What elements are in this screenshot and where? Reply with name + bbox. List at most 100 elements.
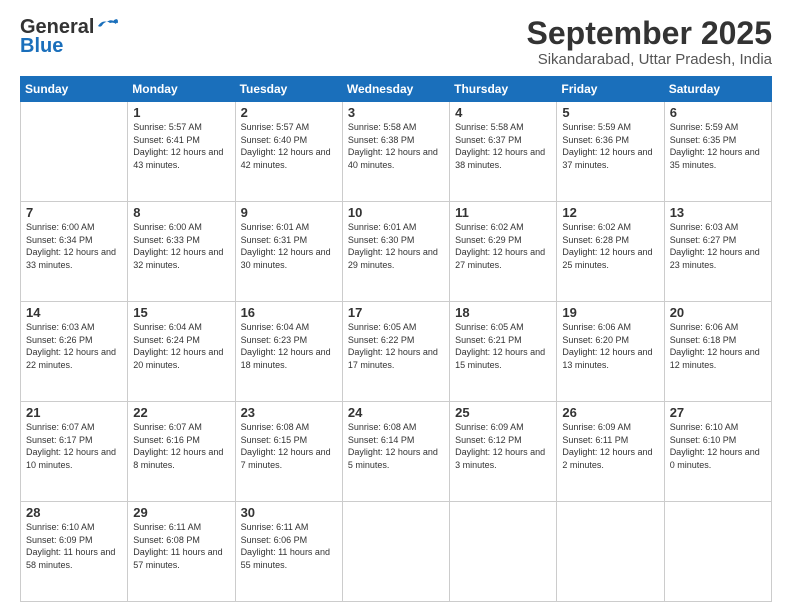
day-detail: Sunrise: 5:57 AMSunset: 6:41 PMDaylight:… <box>133 121 229 171</box>
table-row: 10Sunrise: 6:01 AMSunset: 6:30 PMDayligh… <box>342 202 449 302</box>
day-number: 24 <box>348 405 444 420</box>
day-detail: Sunrise: 6:11 AMSunset: 6:08 PMDaylight:… <box>133 521 229 571</box>
table-row: 17Sunrise: 6:05 AMSunset: 6:22 PMDayligh… <box>342 302 449 402</box>
table-row: 8Sunrise: 6:00 AMSunset: 6:33 PMDaylight… <box>128 202 235 302</box>
day-number: 14 <box>26 305 122 320</box>
day-number: 12 <box>562 205 658 220</box>
day-detail: Sunrise: 6:07 AMSunset: 6:16 PMDaylight:… <box>133 421 229 471</box>
table-row <box>342 502 449 602</box>
week-row-1: 7Sunrise: 6:00 AMSunset: 6:34 PMDaylight… <box>21 202 772 302</box>
day-number: 25 <box>455 405 551 420</box>
table-row: 14Sunrise: 6:03 AMSunset: 6:26 PMDayligh… <box>21 302 128 402</box>
table-row <box>557 502 664 602</box>
logo-blue: Blue <box>20 35 63 58</box>
table-row: 25Sunrise: 6:09 AMSunset: 6:12 PMDayligh… <box>450 402 557 502</box>
table-row: 11Sunrise: 6:02 AMSunset: 6:29 PMDayligh… <box>450 202 557 302</box>
header-thursday: Thursday <box>450 77 557 102</box>
logo-bird-icon <box>96 18 118 34</box>
day-number: 23 <box>241 405 337 420</box>
day-detail: Sunrise: 6:10 AMSunset: 6:10 PMDaylight:… <box>670 421 766 471</box>
table-row: 29Sunrise: 6:11 AMSunset: 6:08 PMDayligh… <box>128 502 235 602</box>
day-detail: Sunrise: 6:11 AMSunset: 6:06 PMDaylight:… <box>241 521 337 571</box>
day-detail: Sunrise: 6:09 AMSunset: 6:11 PMDaylight:… <box>562 421 658 471</box>
calendar-page: General Blue September 2025 Sikandarabad… <box>0 0 792 612</box>
table-row: 20Sunrise: 6:06 AMSunset: 6:18 PMDayligh… <box>664 302 771 402</box>
table-row <box>450 502 557 602</box>
day-number: 11 <box>455 205 551 220</box>
day-number: 16 <box>241 305 337 320</box>
header-monday: Monday <box>128 77 235 102</box>
table-row: 16Sunrise: 6:04 AMSunset: 6:23 PMDayligh… <box>235 302 342 402</box>
table-row: 22Sunrise: 6:07 AMSunset: 6:16 PMDayligh… <box>128 402 235 502</box>
day-number: 15 <box>133 305 229 320</box>
day-detail: Sunrise: 6:00 AMSunset: 6:34 PMDaylight:… <box>26 221 122 271</box>
day-number: 4 <box>455 105 551 120</box>
header-friday: Friday <box>557 77 664 102</box>
day-number: 28 <box>26 505 122 520</box>
table-row: 19Sunrise: 6:06 AMSunset: 6:20 PMDayligh… <box>557 302 664 402</box>
day-detail: Sunrise: 6:09 AMSunset: 6:12 PMDaylight:… <box>455 421 551 471</box>
day-detail: Sunrise: 5:58 AMSunset: 6:38 PMDaylight:… <box>348 121 444 171</box>
week-row-4: 28Sunrise: 6:10 AMSunset: 6:09 PMDayligh… <box>21 502 772 602</box>
day-number: 30 <box>241 505 337 520</box>
day-detail: Sunrise: 6:05 AMSunset: 6:22 PMDaylight:… <box>348 321 444 371</box>
table-row: 23Sunrise: 6:08 AMSunset: 6:15 PMDayligh… <box>235 402 342 502</box>
day-number: 17 <box>348 305 444 320</box>
table-row: 30Sunrise: 6:11 AMSunset: 6:06 PMDayligh… <box>235 502 342 602</box>
location: Sikandarabad, Uttar Pradesh, India <box>527 51 772 68</box>
day-detail: Sunrise: 6:05 AMSunset: 6:21 PMDaylight:… <box>455 321 551 371</box>
table-row: 27Sunrise: 6:10 AMSunset: 6:10 PMDayligh… <box>664 402 771 502</box>
day-detail: Sunrise: 6:02 AMSunset: 6:29 PMDaylight:… <box>455 221 551 271</box>
day-number: 8 <box>133 205 229 220</box>
day-detail: Sunrise: 6:06 AMSunset: 6:18 PMDaylight:… <box>670 321 766 371</box>
header-wednesday: Wednesday <box>342 77 449 102</box>
week-row-3: 21Sunrise: 6:07 AMSunset: 6:17 PMDayligh… <box>21 402 772 502</box>
week-row-0: 1Sunrise: 5:57 AMSunset: 6:41 PMDaylight… <box>21 102 772 202</box>
day-detail: Sunrise: 6:10 AMSunset: 6:09 PMDaylight:… <box>26 521 122 571</box>
table-row: 6Sunrise: 5:59 AMSunset: 6:35 PMDaylight… <box>664 102 771 202</box>
table-row: 7Sunrise: 6:00 AMSunset: 6:34 PMDaylight… <box>21 202 128 302</box>
day-detail: Sunrise: 5:58 AMSunset: 6:37 PMDaylight:… <box>455 121 551 171</box>
day-detail: Sunrise: 6:02 AMSunset: 6:28 PMDaylight:… <box>562 221 658 271</box>
week-row-2: 14Sunrise: 6:03 AMSunset: 6:26 PMDayligh… <box>21 302 772 402</box>
table-row: 15Sunrise: 6:04 AMSunset: 6:24 PMDayligh… <box>128 302 235 402</box>
page-header: General Blue September 2025 Sikandarabad… <box>20 16 772 68</box>
calendar-table: Sunday Monday Tuesday Wednesday Thursday… <box>20 76 772 602</box>
day-number: 21 <box>26 405 122 420</box>
day-number: 29 <box>133 505 229 520</box>
day-detail: Sunrise: 6:01 AMSunset: 6:30 PMDaylight:… <box>348 221 444 271</box>
day-detail: Sunrise: 5:57 AMSunset: 6:40 PMDaylight:… <box>241 121 337 171</box>
header-row: Sunday Monday Tuesday Wednesday Thursday… <box>21 77 772 102</box>
day-number: 2 <box>241 105 337 120</box>
table-row: 12Sunrise: 6:02 AMSunset: 6:28 PMDayligh… <box>557 202 664 302</box>
table-row: 2Sunrise: 5:57 AMSunset: 6:40 PMDaylight… <box>235 102 342 202</box>
day-number: 3 <box>348 105 444 120</box>
table-row: 28Sunrise: 6:10 AMSunset: 6:09 PMDayligh… <box>21 502 128 602</box>
day-detail: Sunrise: 6:00 AMSunset: 6:33 PMDaylight:… <box>133 221 229 271</box>
header-saturday: Saturday <box>664 77 771 102</box>
table-row: 21Sunrise: 6:07 AMSunset: 6:17 PMDayligh… <box>21 402 128 502</box>
day-number: 13 <box>670 205 766 220</box>
day-number: 26 <box>562 405 658 420</box>
day-detail: Sunrise: 5:59 AMSunset: 6:36 PMDaylight:… <box>562 121 658 171</box>
day-detail: Sunrise: 6:03 AMSunset: 6:27 PMDaylight:… <box>670 221 766 271</box>
title-block: September 2025 Sikandarabad, Uttar Prade… <box>527 16 772 68</box>
day-detail: Sunrise: 6:04 AMSunset: 6:23 PMDaylight:… <box>241 321 337 371</box>
day-number: 10 <box>348 205 444 220</box>
day-number: 18 <box>455 305 551 320</box>
table-row: 24Sunrise: 6:08 AMSunset: 6:14 PMDayligh… <box>342 402 449 502</box>
day-detail: Sunrise: 6:07 AMSunset: 6:17 PMDaylight:… <box>26 421 122 471</box>
table-row <box>21 102 128 202</box>
table-row: 1Sunrise: 5:57 AMSunset: 6:41 PMDaylight… <box>128 102 235 202</box>
table-row: 3Sunrise: 5:58 AMSunset: 6:38 PMDaylight… <box>342 102 449 202</box>
header-sunday: Sunday <box>21 77 128 102</box>
day-number: 20 <box>670 305 766 320</box>
day-detail: Sunrise: 5:59 AMSunset: 6:35 PMDaylight:… <box>670 121 766 171</box>
table-row: 13Sunrise: 6:03 AMSunset: 6:27 PMDayligh… <box>664 202 771 302</box>
table-row: 5Sunrise: 5:59 AMSunset: 6:36 PMDaylight… <box>557 102 664 202</box>
day-detail: Sunrise: 6:08 AMSunset: 6:14 PMDaylight:… <box>348 421 444 471</box>
table-row: 9Sunrise: 6:01 AMSunset: 6:31 PMDaylight… <box>235 202 342 302</box>
month-title: September 2025 <box>527 16 772 51</box>
day-number: 1 <box>133 105 229 120</box>
day-number: 7 <box>26 205 122 220</box>
